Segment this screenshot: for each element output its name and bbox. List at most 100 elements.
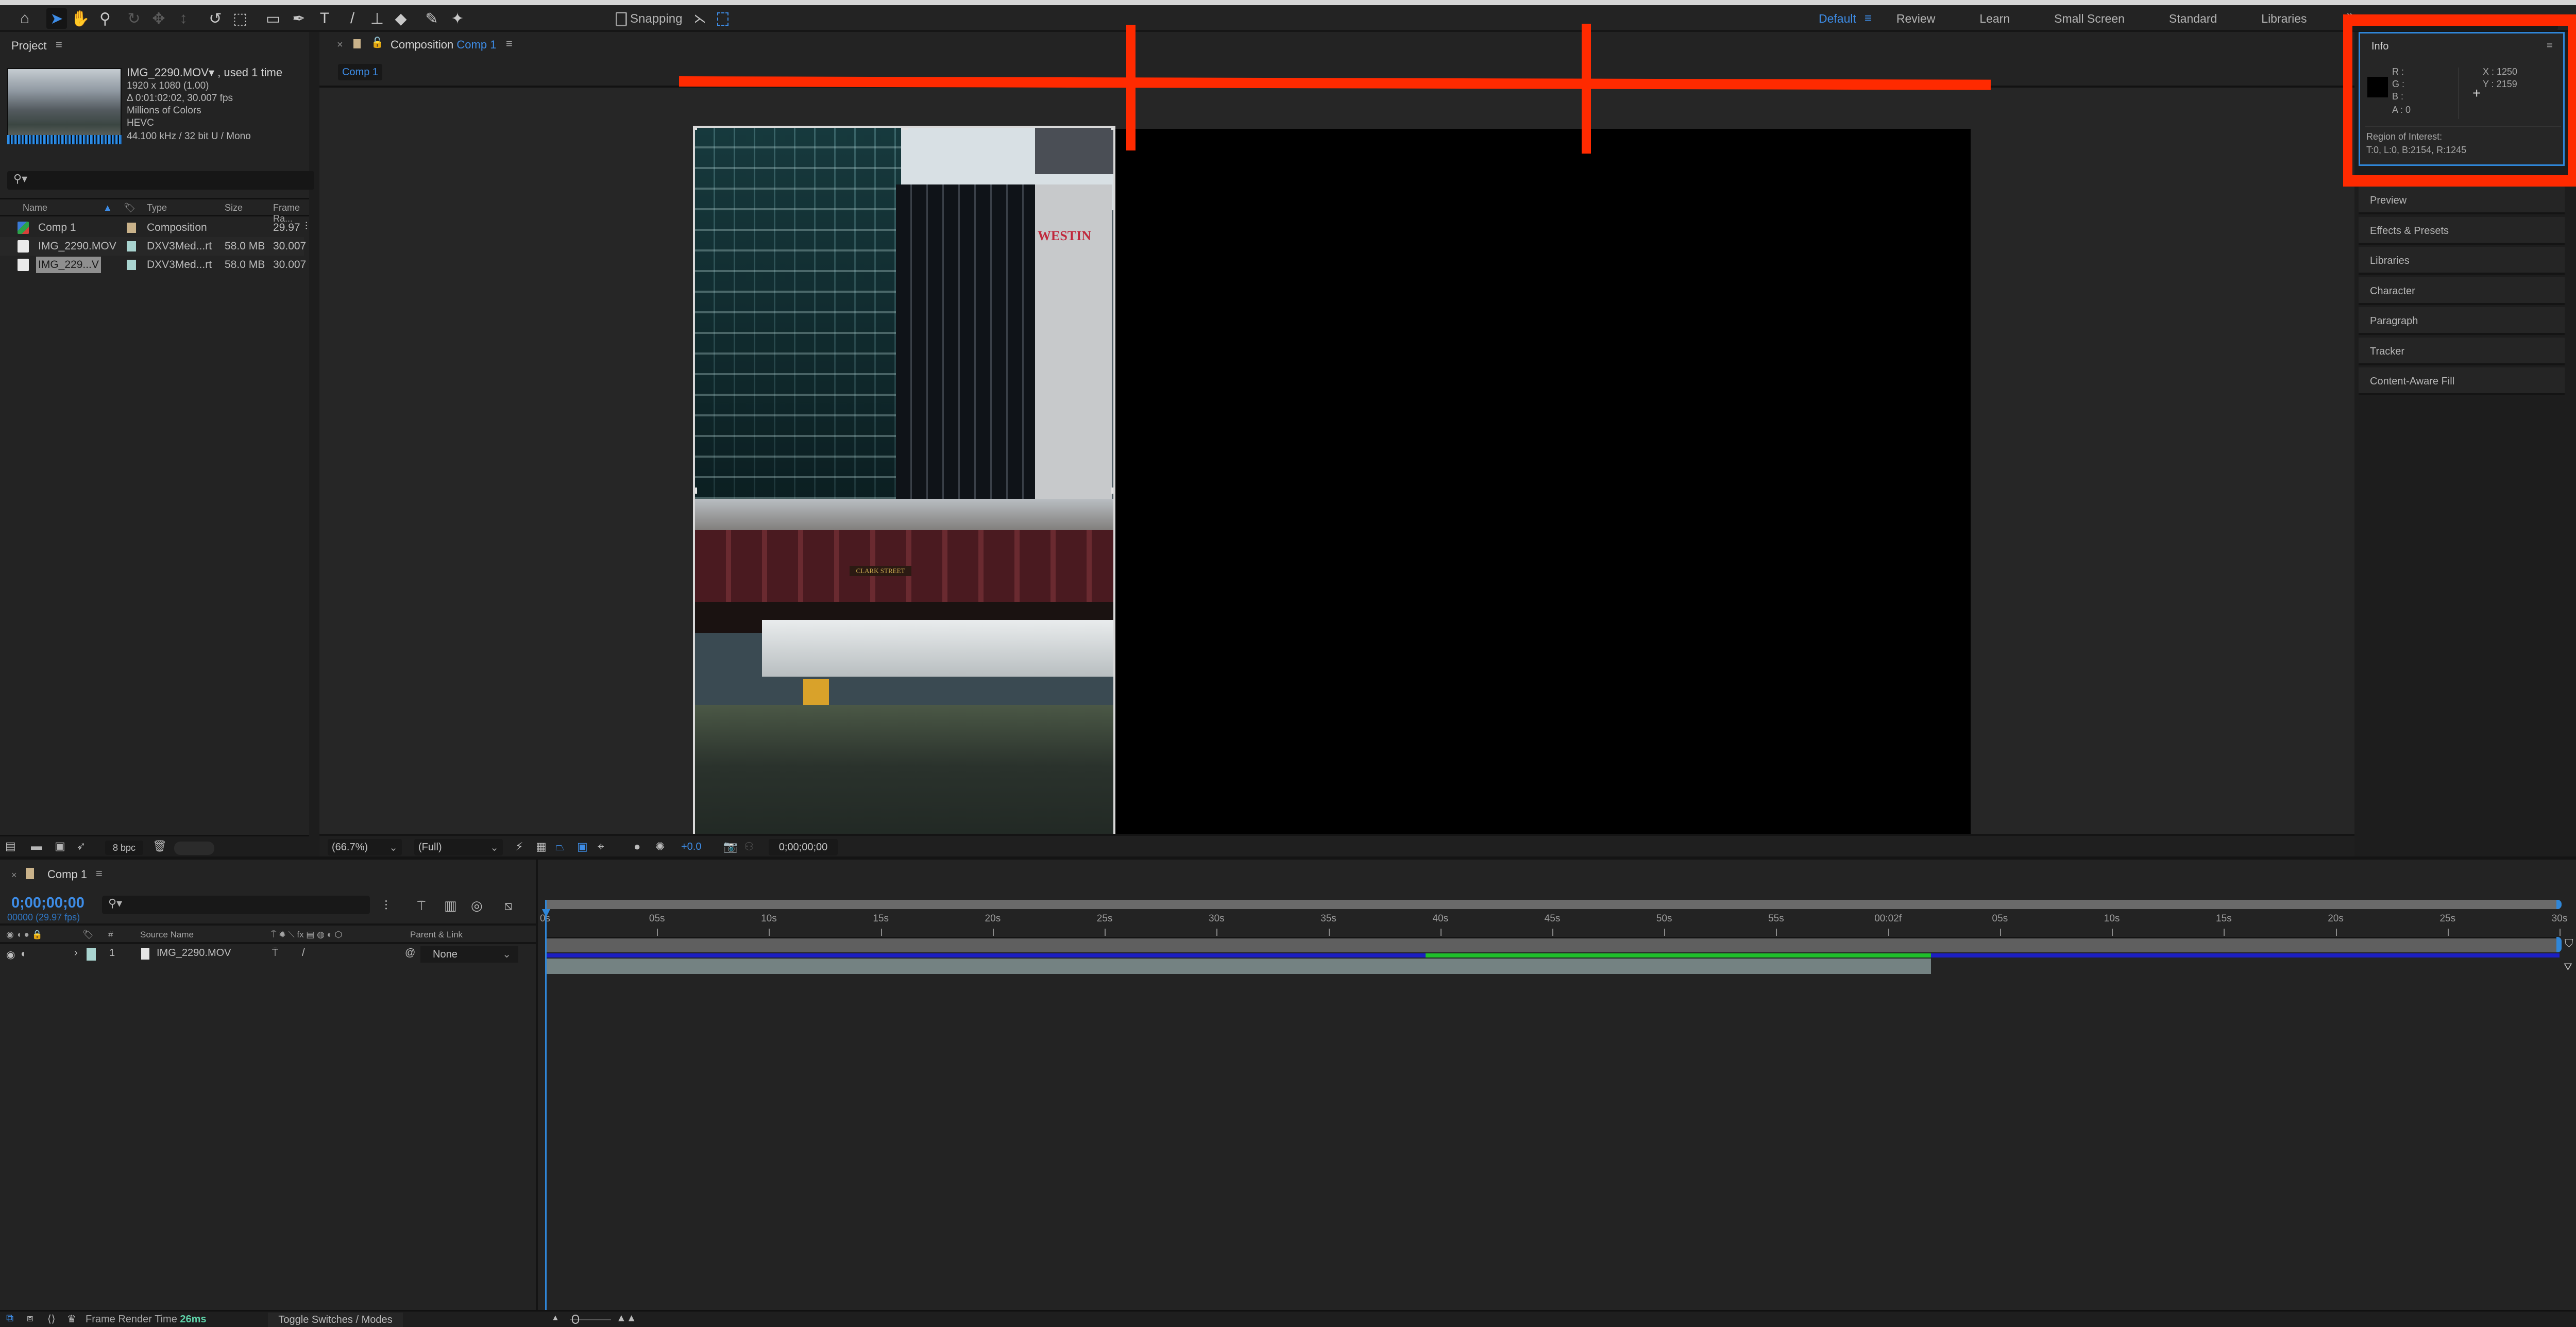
- region-of-interest-icon[interactable]: ▣: [577, 840, 588, 853]
- label-color-swatch[interactable]: [127, 223, 136, 233]
- resolution-dropdown[interactable]: (Full) ⌄: [414, 839, 503, 855]
- quality-switch-icon[interactable]: /: [302, 947, 305, 959]
- project-item-name[interactable]: IMG_2290.MOV: [36, 238, 118, 255]
- flowchart-icon[interactable]: ⫶: [305, 221, 308, 232]
- audio-speaker-icon[interactable]: ◖: [20, 948, 26, 960]
- type-tool-icon[interactable]: T: [314, 8, 335, 29]
- panel-preview[interactable]: Preview: [2359, 187, 2565, 214]
- fast-previews-icon[interactable]: ⚡: [515, 840, 523, 853]
- panel-effects-presets[interactable]: Effects & Presets: [2359, 216, 2565, 245]
- work-area-bar[interactable]: [545, 900, 2560, 909]
- magnification-dropdown[interactable]: (66.7%) ⌄: [328, 839, 402, 855]
- graph-editor-icon[interactable]: ⧅: [504, 898, 513, 914]
- current-time-field[interactable]: 0;00;00;00: [769, 839, 838, 855]
- snap-to-edges-icon[interactable]: [717, 12, 729, 26]
- pan-behind-icon[interactable]: ⬚: [230, 8, 250, 29]
- toggle-switches-modes-button[interactable]: Toggle Switches / Modes: [268, 1313, 403, 1327]
- interpret-footage-icon[interactable]: ▤: [5, 839, 16, 853]
- transfer-controls-icon[interactable]: ⧈: [27, 1313, 33, 1324]
- layer-source-name[interactable]: IMG_2290.MOV: [157, 947, 231, 959]
- comp-marker-bin-icon[interactable]: ⛉: [2565, 937, 2573, 950]
- adobe-media-encoder-icon[interactable]: ➶: [76, 839, 86, 853]
- column-source-name[interactable]: Source Name: [140, 930, 194, 940]
- transform-handle[interactable]: [695, 128, 697, 130]
- workspace-default[interactable]: Default: [1819, 12, 1856, 26]
- work-area-end-handle[interactable]: [2556, 900, 2562, 909]
- panel-paragraph[interactable]: Paragraph: [2359, 307, 2565, 335]
- dolly-camera-icon[interactable]: ↕: [173, 8, 194, 29]
- rotate-tool-icon[interactable]: ↺: [205, 8, 226, 29]
- transform-handle[interactable]: [1111, 128, 1113, 130]
- zoom-tool-icon[interactable]: ⚲: [95, 8, 115, 29]
- time-ruler[interactable]: 0s05s10s15s20s25s30s35s40s45s50s55s00:02…: [540, 910, 2567, 937]
- footage-layer[interactable]: WESTIN CLARK STREET: [693, 126, 1115, 853]
- transform-handle[interactable]: [902, 128, 908, 130]
- composition-tab[interactable]: Composition Comp 1: [391, 38, 496, 52]
- color-channels-icon[interactable]: ●: [634, 840, 640, 853]
- composition-menu-icon[interactable]: ≡: [506, 37, 513, 51]
- mask-path-visibility-icon[interactable]: ⏢: [555, 840, 565, 853]
- panel-libraries[interactable]: Libraries: [2359, 247, 2565, 275]
- column-parent-link[interactable]: Parent & Link: [410, 930, 463, 940]
- hand-tool-icon[interactable]: ✋: [70, 8, 91, 29]
- unlock-icon[interactable]: 🔓: [371, 36, 384, 49]
- column-number[interactable]: #: [108, 930, 113, 940]
- playhead[interactable]: [545, 900, 547, 1313]
- new-composition-icon[interactable]: ▣: [55, 839, 65, 853]
- visibility-eye-icon[interactable]: ◉: [6, 948, 15, 961]
- frame-blending-icon[interactable]: ▥: [444, 898, 457, 914]
- project-item-row[interactable]: Comp 1 Composition 29.97 ⫶: [0, 219, 308, 237]
- panel-tracker[interactable]: Tracker: [2359, 337, 2565, 365]
- comp-button-icon[interactable]: ⛛: [2564, 962, 2572, 973]
- rectangle-tool-icon[interactable]: ▭: [263, 8, 283, 29]
- transform-handle[interactable]: [695, 488, 697, 494]
- reset-exposure-icon[interactable]: ✺: [655, 840, 665, 853]
- workspace-menu-icon[interactable]: ≡: [1865, 11, 1872, 26]
- workspace-review[interactable]: Review: [1896, 12, 1935, 26]
- bit-depth-button[interactable]: 8 bpc: [105, 841, 143, 855]
- composition-viewer[interactable]: WESTIN CLARK STREET: [319, 88, 2354, 853]
- shy-layers-icon[interactable]: ⍑: [417, 898, 426, 914]
- orbit-camera-icon[interactable]: ↻: [124, 8, 144, 29]
- project-panel-menu-icon[interactable]: ≡: [56, 38, 62, 52]
- time-navigator-bar[interactable]: [545, 937, 2560, 952]
- show-snapshot-icon[interactable]: ⚇: [744, 840, 754, 853]
- info-panel-title[interactable]: Info: [2371, 41, 2388, 53]
- time-navigator-end-handle[interactable]: [2556, 937, 2562, 952]
- timeline-menu-icon[interactable]: ≡: [96, 867, 103, 880]
- render-time-icon[interactable]: ♛: [67, 1313, 76, 1325]
- project-item-name[interactable]: Comp 1: [36, 220, 78, 236]
- new-folder-icon[interactable]: ▬: [31, 839, 42, 853]
- close-tab-icon[interactable]: ×: [337, 39, 343, 51]
- guides-grid-icon[interactable]: ⌖: [598, 840, 604, 853]
- layer-duration-bar[interactable]: [545, 959, 1931, 974]
- sort-ascending-icon[interactable]: ▲: [103, 203, 112, 213]
- timeline-zoom-slider[interactable]: ▲ ▲▲: [551, 1313, 637, 1326]
- zoom-out-icon[interactable]: ▲: [551, 1314, 560, 1323]
- workspace-learn[interactable]: Learn: [1979, 12, 2010, 26]
- project-item-name[interactable]: IMG_229...V: [36, 257, 101, 273]
- trash-icon[interactable]: 🗑: [152, 839, 167, 853]
- parent-dropdown[interactable]: None ⌄: [420, 946, 518, 963]
- snapshot-camera-icon[interactable]: 📷: [723, 840, 737, 853]
- snapping-toggle[interactable]: Snapping ⋋: [616, 11, 729, 26]
- playhead-handle[interactable]: [542, 909, 550, 917]
- pen-tool-icon[interactable]: ✒: [289, 8, 309, 29]
- project-item-row[interactable]: IMG_2290.MOV DXV3Med...rt 58.0 MB 30.007: [0, 237, 306, 256]
- transparency-grid-icon[interactable]: ▦: [536, 840, 547, 853]
- eraser-tool-icon[interactable]: ◆: [391, 8, 411, 29]
- timeline-search-input[interactable]: [102, 896, 370, 914]
- workspace-libraries[interactable]: Libraries: [2261, 12, 2307, 26]
- roto-brush-icon[interactable]: ✎: [421, 8, 442, 29]
- selection-tool-icon[interactable]: ➤: [46, 8, 67, 29]
- snapping-checkbox[interactable]: [616, 11, 627, 26]
- project-item-row[interactable]: IMG_229...V DXV3Med...rt 58.0 MB 30.007: [0, 256, 306, 274]
- brush-tool-icon[interactable]: /: [342, 8, 363, 29]
- selected-file-usage[interactable]: ▾ , used 1 time: [209, 66, 282, 79]
- workspace-standard[interactable]: Standard: [2169, 12, 2217, 26]
- close-tab-icon[interactable]: ×: [11, 870, 17, 881]
- label-color-swatch[interactable]: [127, 241, 136, 251]
- exposure-value[interactable]: +0.0: [681, 841, 701, 853]
- snap-options-icon[interactable]: ⋋: [693, 11, 706, 26]
- workspace-small-screen[interactable]: Small Screen: [2054, 12, 2125, 26]
